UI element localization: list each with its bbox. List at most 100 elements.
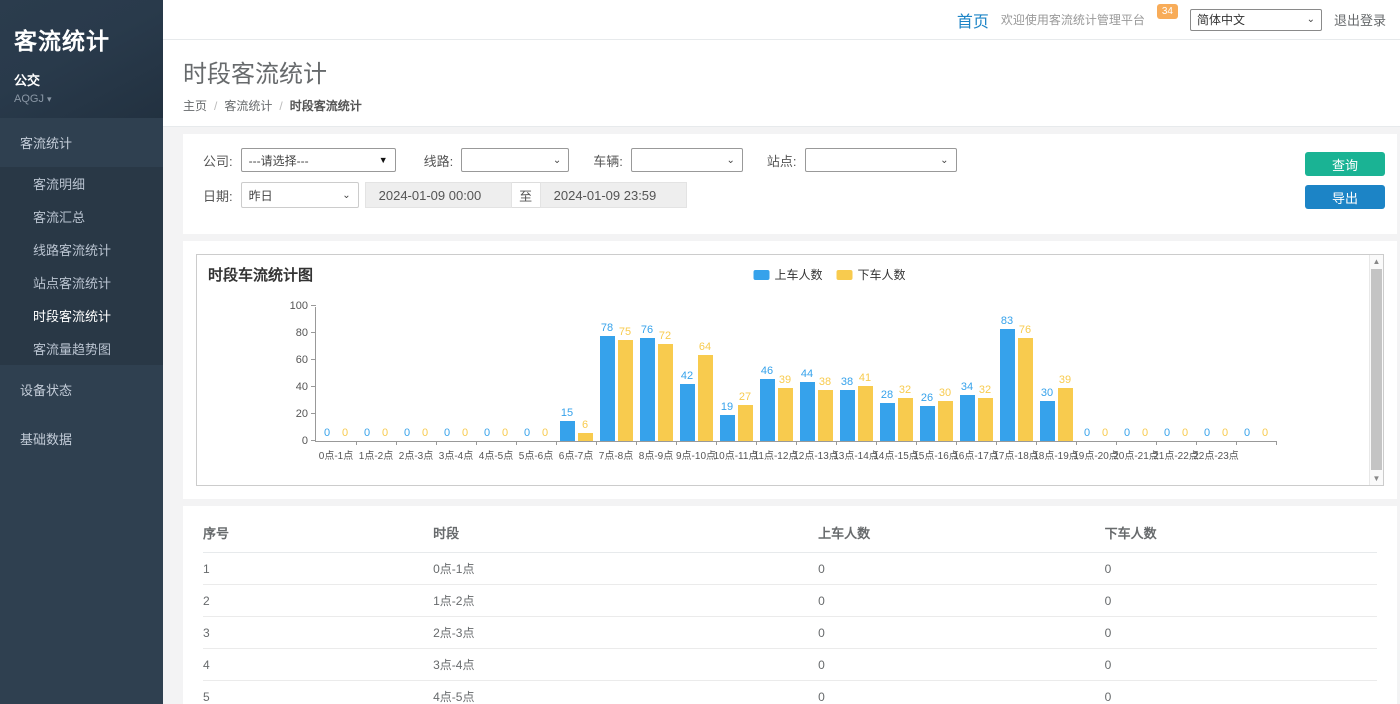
chart-panel: 时段车流统计图 上车人数下车人数 020406080100000点-1点001点…	[183, 241, 1397, 499]
date-preset-select[interactable]: 昨日 ⌄	[241, 182, 359, 208]
bar-value-label: 0	[1142, 427, 1148, 439]
chevron-down-icon: ⌄	[726, 155, 734, 166]
bar-value-label: 32	[899, 384, 911, 396]
bar: 38	[840, 390, 855, 441]
topbar: 首页 欢迎使用客流统计管理平台 34 简体中文 ⌄ 退出登录	[163, 0, 1400, 40]
bar-value-label: 0	[444, 427, 450, 439]
breadcrumb-home[interactable]: 主页	[183, 97, 207, 114]
scroll-down-icon[interactable]: ▼	[1370, 472, 1383, 485]
company-select[interactable]: ---请选择--- ▼	[241, 148, 396, 172]
legend-swatch	[754, 270, 770, 280]
bar-value-label: 27	[739, 391, 751, 403]
x-axis-label: 14点-15点	[873, 447, 919, 462]
bar-value-label: 28	[881, 389, 893, 401]
sidebar-item-客流量趋势图[interactable]: 客流量趋势图	[0, 332, 163, 365]
bar-fill	[800, 382, 815, 441]
legend-item-下车人数[interactable]: 下车人数	[837, 266, 906, 283]
table-cell: 5	[203, 681, 433, 704]
sidebar-section-基础数据[interactable]: 基础数据	[0, 414, 163, 463]
bar-fill	[1058, 388, 1073, 441]
org-label: 公交	[14, 70, 163, 89]
x-axis-label: 5点-6点	[519, 447, 553, 462]
bar-fill	[898, 398, 913, 441]
bar: 27	[738, 405, 753, 441]
bar: 42	[680, 384, 695, 441]
bar: 41	[858, 386, 873, 441]
bar-value-label: 38	[819, 376, 831, 388]
logout-link[interactable]: 退出登录	[1334, 10, 1386, 29]
bar-fill	[938, 401, 953, 442]
chart-plot: 020406080100000点-1点001点-2点002点-3点003点-4点…	[315, 307, 1277, 442]
bar-fill	[578, 433, 593, 441]
bar-value-label: 34	[961, 381, 973, 393]
legend-item-上车人数[interactable]: 上车人数	[754, 266, 823, 283]
sidebar-item-客流汇总[interactable]: 客流汇总	[0, 200, 163, 233]
line-select[interactable]: ⌄	[461, 148, 569, 172]
company-label: 公司:	[203, 151, 233, 170]
bar-value-label: 83	[1001, 315, 1013, 327]
station-label: 站点:	[767, 151, 797, 170]
bar-group-8点-9点: 76728点-9点	[636, 307, 676, 441]
language-select[interactable]: 简体中文 ⌄	[1190, 9, 1322, 31]
export-button[interactable]: 导出	[1305, 185, 1385, 209]
bar-value-label: 42	[681, 370, 693, 382]
vehicle-select[interactable]: ⌄	[631, 148, 743, 172]
data-table-panel: 序号时段上车人数下车人数 10点-1点0021点-2点0032点-3点0043点…	[183, 506, 1397, 704]
station-select[interactable]: ⌄	[805, 148, 957, 172]
sidebar-section-设备状态[interactable]: 设备状态	[0, 365, 163, 414]
sidebar-item-线路客流统计[interactable]: 线路客流统计	[0, 233, 163, 266]
sidebar-menu: 客流统计客流明细客流汇总线路客流统计站点客流统计时段客流统计客流量趋势图设备状态…	[0, 118, 163, 463]
table-header-序号: 序号	[203, 512, 433, 553]
y-axis-tick-label: 60	[296, 354, 308, 366]
bar-value-label: 75	[619, 326, 631, 338]
sidebar-section-客流统计[interactable]: 客流统计	[0, 118, 163, 167]
bar-group-4点-5点: 004点-5点	[476, 307, 516, 441]
org-code-dropdown[interactable]: AQGJ ▾	[14, 93, 163, 105]
bar: 75	[618, 340, 633, 441]
table-row: 21点-2点00	[203, 585, 1377, 617]
chart-scrollbar[interactable]: ▲ ▼	[1369, 255, 1383, 485]
date-end-input[interactable]: 2024-01-09 23:59	[540, 182, 687, 208]
bar-value-label: 39	[779, 374, 791, 386]
bar-fill	[978, 398, 993, 441]
scrollbar-thumb[interactable]	[1371, 269, 1382, 470]
bar-value-label: 0	[1222, 427, 1228, 439]
bar-fill	[858, 386, 873, 441]
chevron-down-icon: ▾	[47, 94, 52, 104]
bar: 19	[720, 415, 735, 441]
sidebar-item-站点客流统计[interactable]: 站点客流统计	[0, 266, 163, 299]
bar-fill	[738, 405, 753, 441]
bar-fill	[1000, 329, 1015, 441]
language-select-value: 简体中文	[1197, 11, 1245, 28]
scroll-up-icon[interactable]: ▲	[1370, 255, 1383, 268]
table-header-下车人数: 下车人数	[1105, 512, 1377, 553]
bar: 30	[1040, 401, 1055, 442]
x-axis-label: 22点-23点	[1193, 447, 1239, 462]
bar-group-6点-7点: 1566点-7点	[556, 307, 596, 441]
bar-fill	[1040, 401, 1055, 442]
bar-value-label: 46	[761, 365, 773, 377]
bar-group-1点-2点: 001点-2点	[356, 307, 396, 441]
bar-value-label: 0	[342, 427, 348, 439]
x-axis-label: 20点-21点	[1113, 447, 1159, 462]
search-button[interactable]: 查询	[1305, 152, 1385, 176]
bar: 28	[880, 403, 895, 441]
table-cell: 4	[203, 649, 433, 681]
bar-value-label: 6	[582, 419, 588, 431]
bar-fill	[698, 355, 713, 441]
sidebar-item-时段客流统计[interactable]: 时段客流统计	[0, 299, 163, 332]
home-link[interactable]: 首页	[957, 8, 989, 32]
table-cell: 0	[1105, 585, 1377, 617]
bar-value-label: 0	[364, 427, 370, 439]
breadcrumb-section[interactable]: 客流统计	[224, 97, 272, 114]
sidebar-item-客流明细[interactable]: 客流明细	[0, 167, 163, 200]
chevron-down-icon: ⌄	[1307, 14, 1315, 25]
bar-group-23点-24点: 0023点-24点	[1236, 307, 1276, 441]
bar-group-17点-18点: 837617点-18点	[996, 307, 1036, 441]
bar-value-label: 0	[1262, 427, 1268, 439]
date-start-input[interactable]: 2024-01-09 00:00	[365, 182, 512, 208]
x-axis-label: 4点-5点	[479, 447, 513, 462]
y-axis-tick-label: 20	[296, 408, 308, 420]
bar-value-label: 0	[1244, 427, 1250, 439]
bar-value-label: 0	[542, 427, 548, 439]
